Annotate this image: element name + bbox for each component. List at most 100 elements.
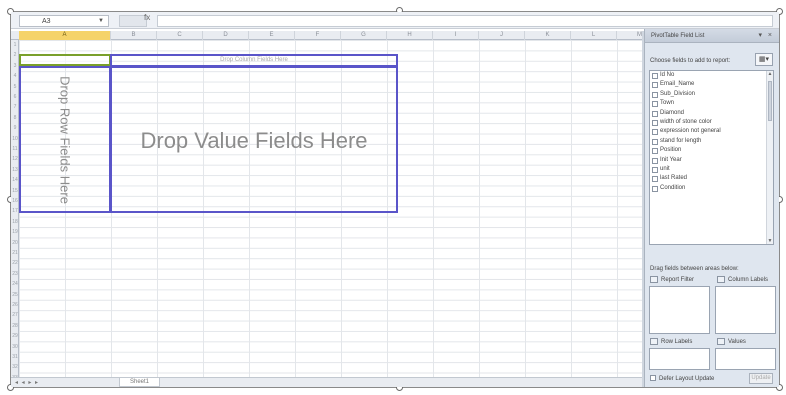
row-labels-area[interactable]	[649, 348, 710, 370]
row-header[interactable]: 31	[11, 352, 19, 362]
column-header-a[interactable]: A	[19, 31, 111, 40]
row-header[interactable]: 29	[11, 331, 19, 341]
row-labels-text: Row Labels	[661, 339, 693, 345]
column-header-g[interactable]: G	[341, 31, 387, 40]
chevron-down-icon[interactable]: ▼	[98, 16, 104, 27]
row-header[interactable]: 23	[11, 269, 19, 279]
row-header[interactable]: 1	[11, 40, 19, 50]
row-header[interactable]: 4	[11, 71, 19, 81]
row-header[interactable]: 25	[11, 290, 19, 300]
field-item[interactable]: unit	[650, 165, 773, 174]
row-header[interactable]: 13	[11, 165, 19, 175]
row-header[interactable]: 2	[11, 50, 19, 60]
scrollbar-thumb[interactable]	[768, 81, 772, 121]
row-header[interactable]: 32	[11, 362, 19, 372]
row-header[interactable]: 24	[11, 279, 19, 289]
field-checkbox[interactable]	[652, 157, 658, 164]
row-header[interactable]: 6	[11, 92, 19, 102]
field-item[interactable]: Id No	[650, 71, 773, 80]
column-header-d[interactable]: D	[203, 31, 249, 40]
field-item[interactable]: Position	[650, 146, 773, 155]
field-checkbox[interactable]	[652, 148, 658, 155]
row-header[interactable]: 22	[11, 258, 19, 268]
field-item[interactable]: last Rated	[650, 174, 773, 183]
column-labels-area[interactable]	[715, 286, 776, 334]
field-item[interactable]: Diamond	[650, 109, 773, 118]
sheet-tab[interactable]: Sheet1	[119, 378, 161, 387]
field-checkbox[interactable]	[652, 91, 658, 98]
defer-layout-checkbox[interactable]	[650, 375, 656, 382]
row-header[interactable]: 11	[11, 144, 19, 154]
field-item[interactable]: width of stone color	[650, 118, 773, 127]
column-header-i[interactable]: I	[433, 31, 479, 40]
function-icon[interactable]: fx	[144, 13, 150, 22]
field-checkbox[interactable]	[652, 138, 658, 145]
row-header[interactable]: 21	[11, 248, 19, 258]
column-header-m[interactable]: M	[617, 31, 642, 40]
row-header[interactable]: 27	[11, 310, 19, 320]
values-area[interactable]	[715, 348, 776, 370]
value-fields-drop-zone[interactable]: Drop Value Fields Here	[110, 66, 398, 213]
column-header-f[interactable]: F	[295, 31, 341, 40]
field-item[interactable]: Email_Name	[650, 80, 773, 89]
field-label: Diamond	[660, 109, 685, 116]
row-header[interactable]: 12	[11, 154, 19, 164]
scroll-up-icon[interactable]: ▲	[767, 71, 773, 77]
update-button[interactable]: Update	[749, 373, 773, 384]
field-checkbox[interactable]	[652, 166, 658, 173]
field-checkbox[interactable]	[652, 82, 658, 89]
report-filter-area[interactable]	[649, 286, 710, 334]
row-fields-drop-zone[interactable]: Drop Row Fields Here	[19, 66, 111, 213]
field-item[interactable]: stand for length	[650, 137, 773, 146]
row-header[interactable]: 26	[11, 300, 19, 310]
column-header-e[interactable]: E	[249, 31, 295, 40]
row-header[interactable]: 3	[11, 61, 19, 71]
field-checkbox[interactable]	[652, 129, 658, 136]
row-header[interactable]: 17	[11, 206, 19, 216]
pane-close-icon[interactable]: ▾ ×	[758, 29, 774, 43]
field-checkbox[interactable]	[652, 176, 658, 183]
field-checkbox[interactable]	[652, 101, 658, 108]
field-label: unit	[660, 165, 670, 172]
field-item[interactable]: Init Year	[650, 156, 773, 165]
column-header-j[interactable]: J	[479, 31, 525, 40]
row-header[interactable]: 28	[11, 321, 19, 331]
field-label: width of stone color	[660, 118, 712, 125]
column-header-h[interactable]: H	[387, 31, 433, 40]
active-cell[interactable]	[19, 54, 111, 66]
row-header[interactable]: 7	[11, 102, 19, 112]
row-header[interactable]: 18	[11, 217, 19, 227]
field-label: Id No	[660, 72, 675, 78]
field-checkbox[interactable]	[652, 73, 658, 79]
row-header[interactable]: 14	[11, 175, 19, 185]
defer-layout-text: Defer Layout Update	[659, 376, 715, 382]
defer-layout-update[interactable]: Defer Layout Update	[650, 374, 714, 384]
column-header-c[interactable]: C	[157, 31, 203, 40]
field-checkbox[interactable]	[652, 119, 658, 126]
sheet-nav-arrows[interactable]: ◂ ◂ ▸ ▸	[15, 378, 39, 387]
row-header[interactable]: 10	[11, 134, 19, 144]
name-box[interactable]: A3 ▼	[19, 15, 109, 27]
row-header[interactable]: 30	[11, 342, 19, 352]
scroll-down-icon[interactable]: ▼	[767, 238, 773, 244]
report-filter-text: Report Filter	[661, 277, 695, 283]
field-checkbox[interactable]	[652, 110, 658, 117]
layout-options-button[interactable]: ▦▾	[755, 53, 773, 66]
formula-input[interactable]	[157, 15, 773, 27]
column-header-l[interactable]: L	[571, 31, 617, 40]
row-header[interactable]: 8	[11, 113, 19, 123]
field-item[interactable]: Town	[650, 99, 773, 108]
field-item[interactable]: expression not general	[650, 127, 773, 136]
row-header[interactable]: 5	[11, 82, 19, 92]
row-header[interactable]: 9	[11, 123, 19, 133]
row-header[interactable]: 20	[11, 238, 19, 248]
field-item[interactable]: Condition	[650, 184, 773, 193]
field-item[interactable]: Sub_Division	[650, 90, 773, 99]
row-header[interactable]: 15	[11, 186, 19, 196]
field-checkbox[interactable]	[652, 185, 658, 192]
row-header[interactable]: 19	[11, 227, 19, 237]
row-header[interactable]: 16	[11, 196, 19, 206]
column-header-k[interactable]: K	[525, 31, 571, 40]
field-list-scrollbar[interactable]: ▲ ▼	[766, 71, 773, 244]
column-header-b[interactable]: B	[111, 31, 157, 40]
